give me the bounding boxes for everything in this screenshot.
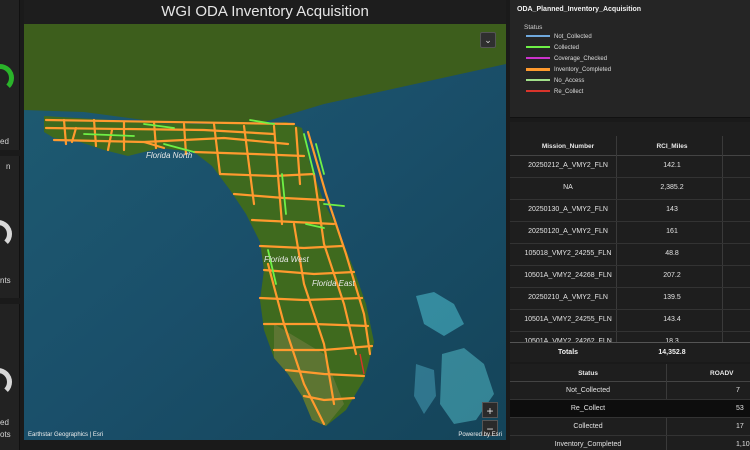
status-table-header: Status ROADV [510, 364, 750, 382]
left-gauge-card-1[interactable]: ed [0, 0, 20, 150]
table-row[interactable]: 20250120_A_VMY2_FLN 161 [510, 222, 750, 244]
table-row[interactable]: 20250210_A_VMY2_FLN 139.5 [510, 288, 750, 310]
powered-by-esri[interactable]: Powered by Esri [458, 432, 502, 438]
map-title: WGI ODA Inventory Acquisition [161, 3, 369, 20]
col-header-status[interactable]: Status [518, 370, 658, 377]
table-row[interactable]: Re_Collect 53 [510, 400, 750, 418]
roadv-cell: 53 [736, 405, 744, 412]
region-label-west: Florida West [264, 255, 310, 264]
roadv-cell: 1,10 [736, 441, 750, 448]
zoom-in-button[interactable]: + [482, 402, 498, 418]
table-row[interactable]: 10501A_VMY2_24268_FLN 207.2 [510, 266, 750, 288]
mission-number-cell: 20250212_A_VMY2_FLN [528, 162, 608, 169]
region-label-north: Florida North [146, 151, 193, 160]
legend-label: Collected [554, 45, 580, 51]
left-card-label-top: n [6, 162, 11, 171]
rci-miles-cell: 207.2 [663, 272, 681, 279]
legend-item-not-collected: Not_Collected [526, 34, 592, 44]
rci-miles-cell: 143.4 [663, 316, 681, 323]
table-row[interactable]: 20250212_A_VMY2_FLN 142.1 [510, 156, 750, 178]
mission-number-cell: 20250210_A_VMY2_FLN [528, 294, 608, 301]
mission-number-cell: 20250130_A_VMY2_FLN [528, 206, 608, 213]
mission-number-cell: NA [563, 184, 573, 191]
legend-label: No_Access [554, 78, 585, 84]
left-gauge-card-2[interactable]: n nts [0, 156, 20, 298]
legend-swatch [526, 46, 550, 49]
status-cell: Not_Collected [566, 387, 610, 394]
left-card-label: nts [0, 276, 11, 285]
table-row[interactable]: Collected 17 [510, 418, 750, 436]
table-row[interactable]: 105018_VMY2_24255_FLN 48.8 [510, 244, 750, 266]
rci-miles-cell: 139.5 [663, 294, 681, 301]
mission-number-cell: 20250120_A_VMY2_FLN [528, 228, 608, 235]
legend-item-coverage-checked: Coverage_Checked [526, 56, 607, 66]
table-row[interactable]: Inventory_Completed 1,10 [510, 436, 750, 450]
roadv-cell: 7 [736, 387, 740, 394]
map-view[interactable]: Florida North Florida West Florida East [24, 24, 506, 440]
rci-miles-cell: 48.8 [665, 250, 679, 257]
status-table: Status ROADV Not_Collected 7 Re_Collect 53 C… [510, 364, 750, 450]
mission-table: Mission_Number RCI_Miles 20250212_A_VMY2… [510, 122, 750, 362]
legend-swatch [526, 90, 550, 93]
gauge-indicator [0, 368, 12, 396]
table-row[interactable]: Not_Collected 7 [510, 382, 750, 400]
totals-label: Totals [557, 349, 579, 356]
left-card-label: ed [0, 418, 9, 427]
legend-item-inventory-completed: Inventory_Completed [526, 67, 611, 77]
gauge-indicator [0, 220, 12, 248]
mission-table-header: Mission_Number RCI_Miles [510, 136, 750, 156]
table-row[interactable]: 20250130_A_VMY2_FLN 143 [510, 200, 750, 222]
legend-field: Status [524, 24, 543, 31]
table-row[interactable]: NA 2,385.2 [510, 178, 750, 200]
left-gauge-card-3[interactable]: ed ots [0, 304, 20, 450]
col-header-roadv[interactable]: ROADV [710, 370, 733, 377]
rci-miles-cell: 2,385.2 [660, 184, 684, 191]
map-attribution: Earthstar Geographics | Esri [28, 432, 104, 438]
collapse-icon[interactable]: ⌄ [480, 32, 496, 48]
mission-number-cell: 105018_VMY2_24255_FLN [524, 250, 612, 257]
totals-value: 14,352.8 [658, 349, 686, 356]
totals-row: Totals 14,352.8 [510, 342, 750, 362]
table-row[interactable]: 10501A_VMY2_24255_FLN 143.4 [510, 310, 750, 332]
legend-swatch [526, 57, 550, 60]
legend-title: ODA_Planned_Inventory_Acquisition [517, 6, 642, 13]
legend-item-no-access: No_Access [526, 78, 584, 88]
mission-number-cell: 10501A_VMY2_24268_FLN [524, 272, 612, 279]
region-label-east: Florida East [312, 279, 355, 288]
rci-miles-cell: 143 [666, 206, 678, 213]
legend-item-re-collect: Re_Collect [526, 89, 583, 99]
legend-label: Inventory_Completed [554, 67, 612, 73]
map-panel: WGI ODA Inventory Acquisition Florida No… [24, 0, 506, 440]
status-cell: Inventory_Completed [554, 441, 622, 448]
legend-swatch [526, 35, 550, 38]
status-cell: Collected [573, 423, 603, 430]
col-header-rci-miles[interactable]: RCI_Miles [622, 143, 722, 150]
roadv-cell: 17 [736, 423, 744, 430]
status-cell: Re_Collect [570, 405, 606, 412]
legend-swatch [526, 67, 550, 71]
rci-miles-cell: 161 [666, 228, 678, 235]
col-header-mission-number[interactable]: Mission_Number [518, 143, 618, 150]
legend-label: Not_Collected [554, 34, 592, 40]
legend-label: Coverage_Checked [554, 56, 608, 62]
legend-item-collected: Collected [526, 45, 579, 55]
gauge-indicator [0, 64, 14, 92]
legend-swatch [526, 79, 550, 82]
legend-label: Re_Collect [554, 89, 584, 95]
rci-miles-cell: 142.1 [663, 162, 681, 169]
mission-number-cell: 10501A_VMY2_24255_FLN [524, 316, 612, 323]
left-card-label-2: ots [0, 430, 11, 439]
map-canvas[interactable]: Florida North Florida West Florida East [24, 24, 506, 440]
legend-panel: ODA_Planned_Inventory_Acquisition Status… [510, 0, 750, 118]
left-card-strip: ed n nts ed ots [0, 0, 20, 450]
left-card-label: ed [0, 137, 9, 146]
